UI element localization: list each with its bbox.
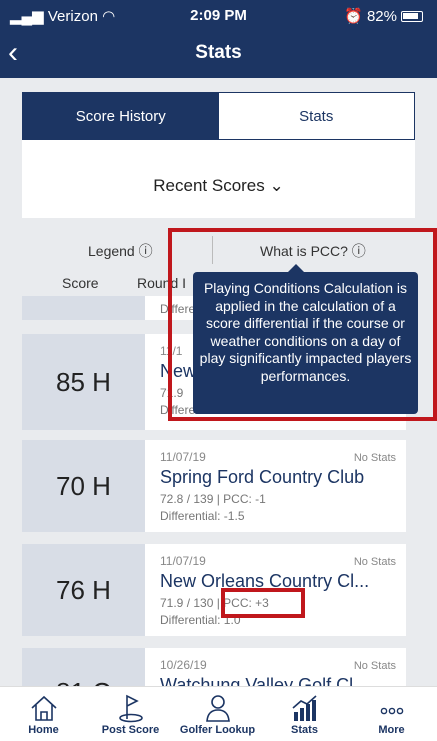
tab-golfer-lookup-label: Golfer Lookup xyxy=(179,724,256,736)
bottom-tab-bar: Home Post Score Golfer Lookup Stats More xyxy=(0,686,437,741)
no-stats-label: No Stats xyxy=(353,452,396,464)
round-date: 11/07/19 xyxy=(160,554,206,568)
no-stats-label: No Stats xyxy=(353,556,396,568)
tab-stats-bottom-label: Stats xyxy=(291,724,318,736)
score-box: 85 H xyxy=(22,334,145,430)
status-bar: ▂▄▆ Verizon ◠ 2:09 PM ⏰ 82% xyxy=(0,0,437,30)
pcc-value-highlight-box xyxy=(221,588,305,618)
legend-link[interactable]: Legend ⓘ xyxy=(88,241,153,261)
no-stats-label: No Stats xyxy=(353,660,396,672)
segmented-control: Score History Stats xyxy=(22,92,415,140)
score-card[interactable]: 70 H 11/07/19 No Stats Spring Ford Count… xyxy=(22,440,406,532)
score-card[interactable]: 76 H 11/07/19 No Stats New Orleans Count… xyxy=(22,544,406,636)
score-box xyxy=(22,296,145,320)
tab-more-label: More xyxy=(378,724,405,736)
tab-post-score[interactable]: Post Score xyxy=(87,687,174,741)
person-icon xyxy=(205,695,230,722)
score-column-header: Score xyxy=(62,275,99,291)
tab-score-history[interactable]: Score History xyxy=(23,93,219,139)
battery-icon xyxy=(401,10,423,22)
page-title: Stats xyxy=(195,42,242,63)
course-rating: 72.8 / 139 | PCC: -1 xyxy=(160,492,266,506)
battery-indicator: ⏰ 82% xyxy=(344,7,423,25)
golf-flag-icon xyxy=(118,694,143,723)
tab-stats[interactable]: Stats xyxy=(218,93,414,139)
tab-home[interactable]: Home xyxy=(0,687,87,741)
home-icon xyxy=(30,695,57,721)
more-dots-icon xyxy=(380,707,403,715)
score-box: 76 H xyxy=(22,544,145,636)
tab-stats-bottom[interactable]: Stats xyxy=(261,687,348,741)
recent-scores-dropdown[interactable]: Recent Scores ⌄ xyxy=(22,176,415,196)
battery-percent: 82% xyxy=(366,7,397,25)
app-screen: ▂▄▆ Verizon ◠ 2:09 PM ⏰ 82% ‹ Stats Scor… xyxy=(0,0,437,741)
round-differential: Differential: -1.5 xyxy=(160,509,245,523)
bar-chart-icon xyxy=(291,695,317,721)
stats-panel: Score History Stats Recent Scores ⌄ xyxy=(22,92,415,218)
pcc-highlight-box xyxy=(168,228,437,421)
course-name: Spring Ford Country Club xyxy=(160,467,365,487)
tab-post-score-label: Post Score xyxy=(101,724,160,736)
nav-bar: ‹ Stats xyxy=(0,30,437,78)
round-date: 11/07/19 xyxy=(160,450,206,464)
round-info: 11/07/19 No Stats Spring Ford Country Cl… xyxy=(160,440,396,532)
tab-golfer-lookup[interactable]: Golfer Lookup xyxy=(174,687,261,741)
alarm-icon: ⏰ xyxy=(344,8,363,25)
score-box: 70 H xyxy=(22,440,145,532)
tab-home-label: Home xyxy=(28,724,59,736)
round-date: 10/26/19 xyxy=(160,658,207,672)
tab-more[interactable]: More xyxy=(348,687,435,741)
